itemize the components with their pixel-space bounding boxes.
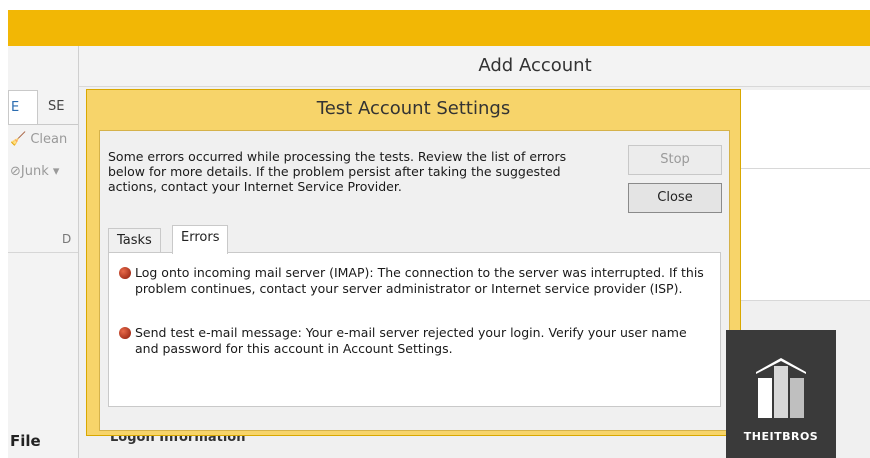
close-button[interactable]: Close bbox=[628, 183, 722, 213]
theitbros-watermark: THEITBROS bbox=[726, 330, 836, 458]
clean-up-icon: 🧹 bbox=[10, 132, 27, 147]
junk-icon: ⊘ bbox=[10, 164, 21, 179]
ribbon-divider bbox=[8, 252, 78, 253]
test-account-settings-dialog: Test Account Settings Some errors occurr… bbox=[86, 89, 741, 436]
add-account-title: Add Account bbox=[478, 55, 592, 76]
file-label: File bbox=[10, 432, 41, 450]
error-text: Send test e-mail message: Your e-mail se… bbox=[135, 325, 687, 356]
outlook-title-bar bbox=[8, 10, 870, 46]
clean-up-button[interactable]: 🧹 Clean bbox=[10, 132, 67, 147]
error-text: Log onto incoming mail server (IMAP): Th… bbox=[135, 265, 704, 296]
tab-tasks[interactable]: Tasks bbox=[108, 228, 161, 253]
theitbros-logo-icon bbox=[756, 358, 806, 418]
list-item: Log onto incoming mail server (IMAP): Th… bbox=[119, 265, 714, 297]
tab-errors[interactable]: Errors bbox=[172, 225, 229, 254]
list-item: Send test e-mail message: Your e-mail se… bbox=[119, 325, 714, 357]
error-icon bbox=[119, 267, 131, 279]
junk-button[interactable]: ⊘Junk ▾ bbox=[10, 164, 59, 179]
error-icon bbox=[119, 327, 131, 339]
ribbon-group-label: D bbox=[62, 232, 72, 246]
ribbon-tab-row: E SE bbox=[8, 90, 78, 125]
dialog-title: Test Account Settings bbox=[316, 98, 511, 119]
error-summary-message: Some errors occurred while processing th… bbox=[108, 149, 567, 194]
chevron-down-icon: ▾ bbox=[52, 164, 60, 179]
clean-up-label: Clean bbox=[30, 132, 68, 147]
add-account-title-bar: Add Account bbox=[79, 46, 870, 87]
tab-home[interactable]: E bbox=[8, 90, 38, 124]
errors-list: Log onto incoming mail server (IMAP): Th… bbox=[108, 252, 721, 407]
junk-label: Junk bbox=[20, 164, 49, 179]
stop-button[interactable]: Stop bbox=[628, 145, 722, 175]
tab-send-receive[interactable]: SE bbox=[48, 90, 64, 124]
watermark-text: THEITBROS bbox=[743, 430, 819, 443]
dialog-body: Some errors occurred while processing th… bbox=[99, 130, 730, 431]
